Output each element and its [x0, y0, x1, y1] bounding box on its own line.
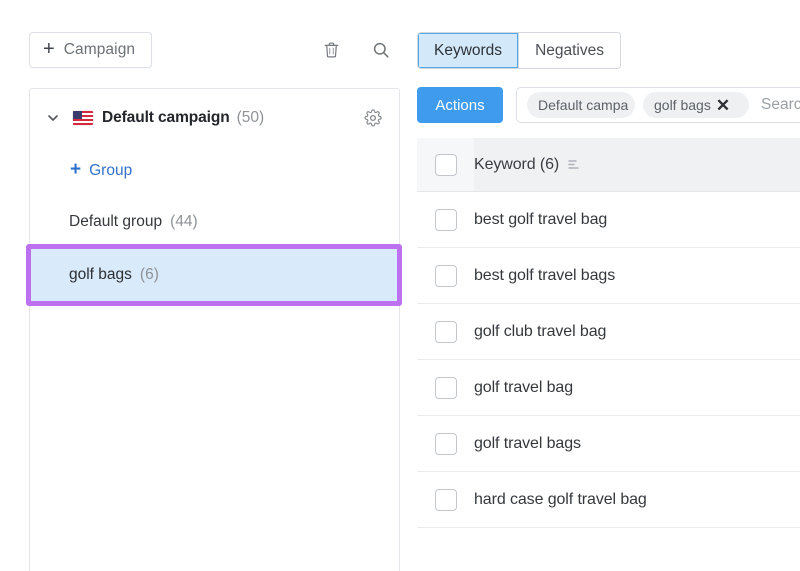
- close-icon[interactable]: ✕: [716, 97, 730, 114]
- campaign-count: (50): [236, 108, 265, 126]
- campaign-tree-card: Default campaign (50) + Group Default gr…: [26, 88, 402, 571]
- filter-chip-group-label: golf bags: [654, 97, 711, 113]
- row-checkbox-cell[interactable]: [417, 360, 474, 415]
- search-placeholder: Search: [761, 96, 800, 113]
- tab-keywords-label: Keywords: [434, 41, 503, 59]
- group-name: golf bags: [69, 266, 132, 283]
- column-header-keyword: Keyword (6): [474, 155, 560, 173]
- table-row[interactable]: golf travel bag: [417, 360, 800, 416]
- select-all-cell[interactable]: [417, 138, 474, 191]
- select-all-checkbox[interactable]: [434, 153, 457, 176]
- filter-chip-group[interactable]: golf bags ✕: [643, 92, 749, 118]
- tree-item-group[interactable]: Default group (44): [30, 195, 399, 249]
- row-checkbox-cell[interactable]: [417, 304, 474, 359]
- tree-item-default-campaign[interactable]: Default campaign (50): [30, 89, 399, 146]
- row-checkbox[interactable]: [434, 320, 457, 343]
- tab-negatives-label: Negatives: [535, 41, 604, 59]
- us-flag-icon: [73, 110, 93, 125]
- add-campaign-button[interactable]: + Campaign: [29, 32, 153, 68]
- keyword-table: Keyword (6) best golf travel bag best go…: [417, 138, 800, 528]
- table-header-row: Keyword (6): [417, 138, 800, 192]
- chevron-down-icon[interactable]: [46, 111, 60, 125]
- app-root: + Campaign Default campaign (50) + Group…: [0, 0, 800, 571]
- group-count: (6): [139, 266, 159, 283]
- table-row[interactable]: best golf travel bags: [417, 248, 800, 304]
- sort-icon[interactable]: [567, 158, 580, 171]
- filter-chip-campaign[interactable]: Default campa: [527, 92, 635, 118]
- keyword-text: golf travel bag: [474, 378, 574, 396]
- row-checkbox[interactable]: [434, 488, 457, 511]
- campaign-tree-panel: + Campaign Default campaign (50) + Group…: [26, 0, 402, 571]
- table-row[interactable]: golf travel bags: [417, 416, 800, 472]
- table-row[interactable]: golf club travel bag: [417, 304, 800, 360]
- tab-negatives[interactable]: Negatives: [518, 33, 620, 68]
- row-checkbox-cell[interactable]: [417, 416, 474, 471]
- keywords-negatives-tabs: Keywords Negatives: [417, 32, 621, 69]
- filter-chip-campaign-label: Default campa: [538, 97, 629, 113]
- add-group-label: Group: [89, 161, 133, 179]
- keyword-text: golf club travel bag: [474, 322, 607, 340]
- filter-bar: Actions Default campa golf bags ✕ Search: [417, 87, 800, 125]
- row-checkbox[interactable]: [434, 432, 457, 455]
- add-campaign-label: Campaign: [63, 41, 136, 58]
- campaign-name: Default campaign: [102, 108, 230, 126]
- plus-icon: +: [43, 38, 55, 60]
- search-icon[interactable]: [369, 38, 393, 62]
- group-count: (44): [170, 213, 198, 230]
- plus-icon: +: [70, 159, 82, 180]
- actions-label: Actions: [435, 96, 485, 114]
- row-checkbox[interactable]: [434, 264, 457, 287]
- add-group-button[interactable]: + Group: [30, 146, 399, 195]
- row-checkbox-cell[interactable]: [417, 248, 474, 303]
- table-row[interactable]: best golf travel bag: [417, 192, 800, 248]
- row-checkbox[interactable]: [434, 208, 457, 231]
- keyword-text: best golf travel bag: [474, 210, 608, 228]
- table-row[interactable]: hard case golf travel bag: [417, 472, 800, 528]
- trash-icon[interactable]: [319, 38, 343, 62]
- keyword-text: golf travel bags: [474, 434, 581, 452]
- row-checkbox-cell[interactable]: [417, 472, 474, 527]
- keyword-text: hard case golf travel bag: [474, 490, 647, 508]
- row-checkbox[interactable]: [434, 376, 457, 399]
- actions-button[interactable]: Actions: [417, 87, 503, 123]
- left-panel-toolbar: + Campaign: [29, 32, 400, 70]
- tree-item-group-selected[interactable]: golf bags (6): [31, 249, 398, 301]
- keyword-text: best golf travel bags: [474, 266, 616, 284]
- gear-icon[interactable]: [363, 108, 383, 128]
- keywords-panel: Keywords Negatives Actions Default campa…: [417, 0, 800, 571]
- search-input[interactable]: Default campa golf bags ✕ Search: [516, 87, 800, 123]
- row-checkbox-cell[interactable]: [417, 192, 474, 247]
- tab-keywords[interactable]: Keywords: [418, 33, 519, 68]
- group-name: Default group: [69, 213, 163, 230]
